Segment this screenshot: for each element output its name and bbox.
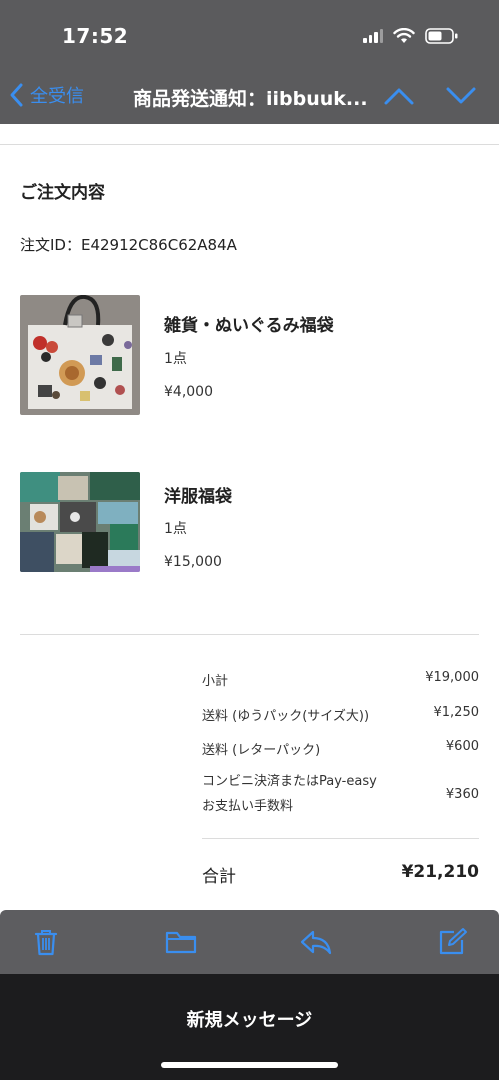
total-value: ¥21,210 bbox=[401, 862, 479, 882]
item-price: ¥4,000 bbox=[164, 384, 213, 400]
back-button[interactable]: 全受信 bbox=[8, 82, 84, 108]
compose-icon bbox=[439, 928, 467, 955]
chevron-left-icon bbox=[10, 83, 23, 107]
product-image[interactable] bbox=[20, 472, 140, 572]
next-message-button[interactable] bbox=[445, 84, 477, 112]
folder-icon bbox=[165, 931, 197, 954]
bottom-toolbar bbox=[0, 910, 499, 974]
navigation-bar: 全受信 商品発送通知：iibbuuk... bbox=[0, 72, 499, 122]
move-to-folder-button[interactable] bbox=[164, 926, 197, 958]
delete-button[interactable] bbox=[30, 926, 62, 958]
status-time: 17:52 bbox=[62, 24, 129, 48]
cellular-signal-icon bbox=[363, 29, 383, 43]
order-item: 雑貨・ぬいぐるみ福袋 1点 ¥4,000 bbox=[20, 295, 480, 415]
battery-icon bbox=[425, 28, 458, 44]
status-icons bbox=[363, 28, 459, 44]
fee-label-line1: コンビニ決済またはPay-easy bbox=[202, 774, 377, 789]
product-image[interactable] bbox=[20, 295, 140, 415]
order-item: 洋服福袋 1点 ¥15,000 bbox=[20, 472, 480, 572]
divider bbox=[0, 144, 499, 145]
home-indicator[interactable] bbox=[161, 1062, 338, 1068]
new-message-title[interactable]: 新規メッセージ bbox=[0, 1006, 499, 1032]
previous-message-button[interactable] bbox=[383, 84, 415, 112]
compose-button[interactable] bbox=[436, 926, 468, 958]
item-quantity: 1点 bbox=[164, 521, 187, 537]
order-section-title: ご注文内容 bbox=[20, 183, 105, 203]
divider bbox=[202, 838, 479, 839]
item-name: 洋服福袋 bbox=[164, 487, 232, 507]
summary-label: 送料 (ゆうパック(サイズ大)) bbox=[202, 709, 370, 724]
total-label: 合計 bbox=[202, 867, 236, 887]
summary-value: ¥600 bbox=[445, 739, 479, 754]
summary-value: ¥1,250 bbox=[433, 705, 480, 720]
chevron-up-icon bbox=[384, 88, 414, 105]
order-id: 注文ID：E42912C86C62A84A bbox=[20, 236, 237, 254]
reply-icon bbox=[300, 930, 332, 955]
wifi-icon bbox=[393, 28, 415, 43]
item-name: 雑貨・ぬいぐるみ福袋 bbox=[164, 316, 334, 336]
message-subject-title: 商品発送通知：iibbuuk... bbox=[133, 88, 368, 110]
divider bbox=[20, 634, 479, 635]
summary-value: ¥360 bbox=[445, 787, 479, 802]
back-label: 全受信 bbox=[30, 86, 84, 107]
summary-value: ¥19,000 bbox=[425, 670, 479, 685]
top-bar: 17:52 全受信 商品発送通知：iibbuuk... bbox=[0, 0, 499, 124]
item-quantity: 1点 bbox=[164, 351, 187, 367]
fee-label-line2: お支払い手数料 bbox=[202, 799, 294, 814]
item-price: ¥15,000 bbox=[164, 554, 222, 570]
summary-label: 送料 (レターパック) bbox=[202, 743, 321, 758]
summary-label: 小計 bbox=[202, 674, 229, 689]
reply-button[interactable] bbox=[299, 926, 332, 958]
trash-icon bbox=[34, 930, 58, 956]
chevron-down-icon bbox=[446, 87, 476, 104]
